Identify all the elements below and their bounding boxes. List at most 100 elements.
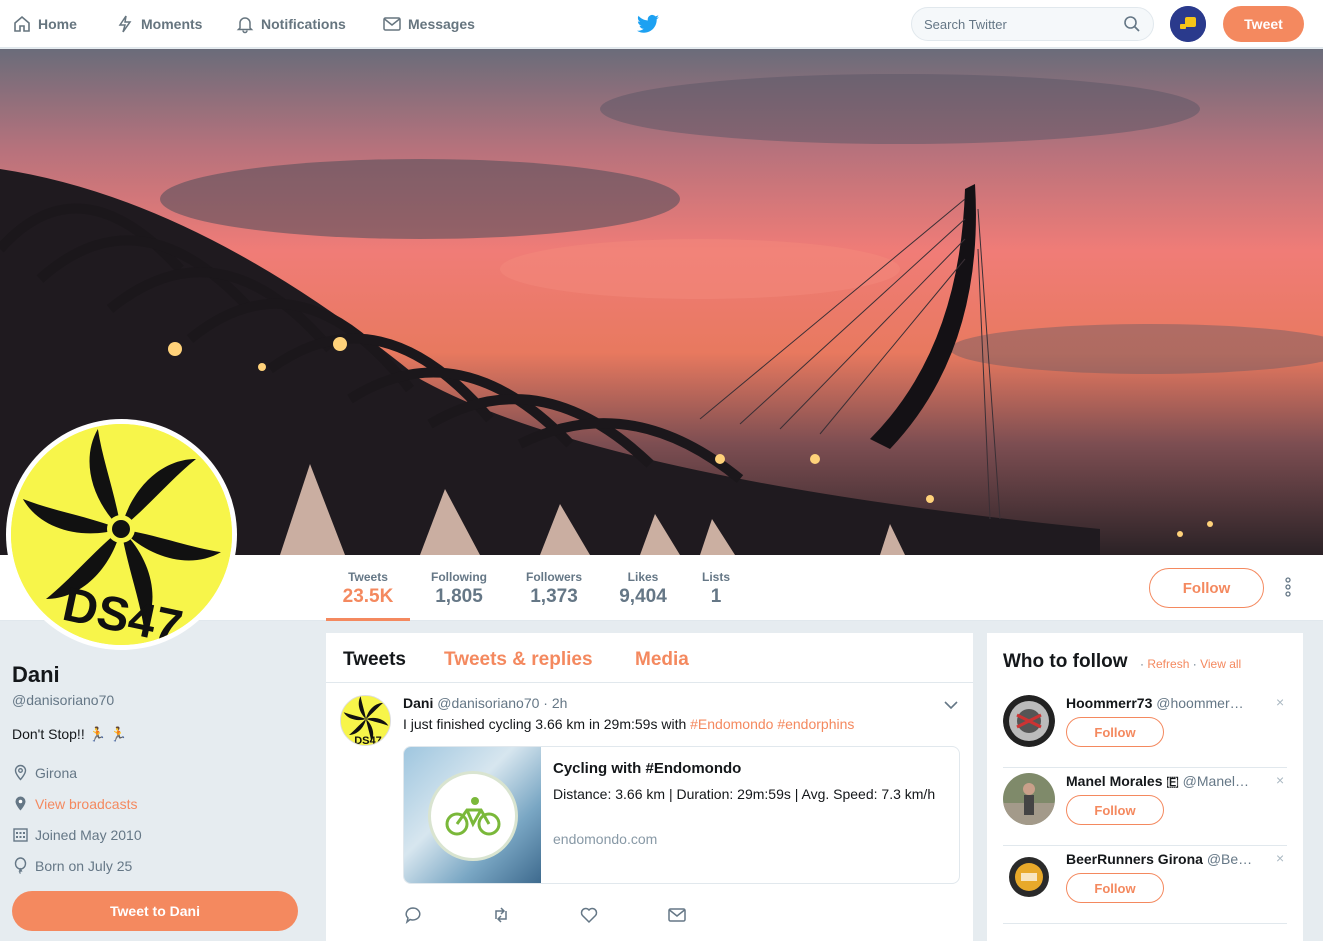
dismiss-icon[interactable]: × xyxy=(1276,850,1284,866)
tweet-avatar[interactable]: DS47 xyxy=(340,695,391,746)
suggestion-item[interactable]: Manel Morales 🇪 @Manel… × Follow xyxy=(1003,768,1287,846)
links-separator: · xyxy=(1140,657,1144,671)
suggestion-display-name[interactable]: Hoommerr73 xyxy=(1066,695,1152,711)
tweet-button[interactable]: Tweet xyxy=(1223,6,1304,42)
twitter-bird-icon[interactable] xyxy=(636,12,660,36)
periscope-icon xyxy=(15,796,26,811)
suggestion-handle[interactable]: @hoommer… xyxy=(1156,695,1243,711)
home-icon xyxy=(14,15,30,32)
profile-avatar-image: DS47 xyxy=(11,424,232,645)
retweet-icon[interactable] xyxy=(491,905,511,925)
stat-label: Lists xyxy=(701,570,730,584)
nav-messages[interactable]: Messages xyxy=(382,0,475,48)
hashtag-link[interactable]: #endorphins xyxy=(777,716,854,732)
suggestion-avatar-image xyxy=(1003,695,1055,747)
direct-message-icon[interactable] xyxy=(667,905,687,925)
account-avatar[interactable] xyxy=(1170,6,1206,42)
lightning-icon xyxy=(118,15,132,33)
profile-avatar[interactable]: DS47 xyxy=(6,419,237,650)
timeline-tabs: Tweets Tweets & replies Media xyxy=(326,633,973,683)
dismiss-icon[interactable]: × xyxy=(1276,772,1284,788)
tweet-actions xyxy=(403,905,723,927)
links-separator: · xyxy=(1192,657,1197,671)
balloon-icon xyxy=(14,857,27,874)
card-url: endomondo.com xyxy=(553,831,658,847)
nav-messages-label: Messages xyxy=(408,16,475,32)
suggestion-handle[interactable]: @Be… xyxy=(1207,851,1252,867)
who-to-follow-title: Who to follow xyxy=(1003,651,1128,672)
profile-joined: Joined May 2010 xyxy=(12,826,142,843)
tweet-header: Dani @danisoriano70 · 2h xyxy=(403,695,567,711)
nav-home-label: Home xyxy=(38,16,77,32)
profile-broadcasts[interactable]: View broadcasts xyxy=(12,795,137,812)
chevron-down-icon[interactable] xyxy=(943,697,959,713)
nav-moments-label: Moments xyxy=(141,16,203,32)
heart-icon[interactable] xyxy=(579,905,599,925)
stat-label: Following xyxy=(431,570,487,584)
search-box xyxy=(911,7,1154,41)
view-all-link[interactable]: View all xyxy=(1200,657,1241,671)
tweet-separator: · xyxy=(543,695,548,711)
suggestion-item[interactable]: BeerRunners Girona @Be… × Follow xyxy=(1003,846,1287,924)
profile-handle[interactable]: @danisoriano70 xyxy=(12,692,114,708)
stat-lists[interactable]: Lists 1 xyxy=(694,555,738,621)
suggestion-avatar[interactable] xyxy=(1003,773,1055,825)
reply-icon[interactable] xyxy=(403,905,423,925)
stat-following[interactable]: Following 1,805 xyxy=(420,555,498,621)
hashtag-link[interactable]: #Endomondo xyxy=(690,716,773,732)
suggestion-name: BeerRunners Girona @Be… xyxy=(1066,851,1261,867)
stat-tweets[interactable]: Tweets 23.5K xyxy=(326,555,410,621)
tweet-author-handle[interactable]: @danisoriano70 xyxy=(437,695,539,711)
joined-text: Joined May 2010 xyxy=(35,826,142,843)
dismiss-icon[interactable]: × xyxy=(1276,694,1284,710)
suggestion-name: Manel Morales 🇪 @Manel… xyxy=(1066,773,1261,790)
stat-followers[interactable]: Followers 1,373 xyxy=(516,555,592,621)
nav-notifications[interactable]: Notifications xyxy=(235,0,346,48)
tweet-author-name[interactable]: Dani xyxy=(403,695,433,711)
stat-label: Followers xyxy=(525,570,582,584)
suggestion-handle[interactable]: @Manel… xyxy=(1183,773,1249,789)
profile-name[interactable]: Dani xyxy=(12,662,60,688)
calendar-icon xyxy=(13,828,28,842)
suggestion-item[interactable]: Hoommerr73 @hoommer… × Follow xyxy=(1003,690,1287,768)
follow-button[interactable]: Follow xyxy=(1066,717,1164,747)
follow-button[interactable]: Follow xyxy=(1066,873,1164,903)
card-image xyxy=(404,747,541,883)
location-text: Girona xyxy=(35,764,78,781)
nav-home[interactable]: Home xyxy=(12,0,77,48)
search-input[interactable] xyxy=(924,8,1124,40)
location-pin-icon xyxy=(14,764,27,781)
tweet-time[interactable]: 2h xyxy=(552,695,568,711)
link-card[interactable]: Cycling with #Endomondo Distance: 3.66 k… xyxy=(403,746,960,884)
ds47-logo: DS47 xyxy=(11,424,232,645)
tweet-text: I just finished cycling 3.66 km in 29m:5… xyxy=(403,716,854,732)
tweet-avatar-text: DS47 xyxy=(354,735,382,746)
search-icon[interactable] xyxy=(1123,15,1141,33)
suggestion-name: Hoommerr73 @hoommer… xyxy=(1066,695,1261,711)
tab-media[interactable]: Media xyxy=(635,649,689,671)
tab-tweets[interactable]: Tweets xyxy=(343,649,406,671)
tweet-to-button[interactable]: Tweet to Dani xyxy=(12,891,298,931)
nav-notifications-label: Notifications xyxy=(261,16,346,32)
follow-button[interactable]: Follow xyxy=(1149,568,1264,608)
suggestion-avatar-image xyxy=(1003,851,1055,903)
profile-birthday: Born on July 25 xyxy=(12,857,132,874)
nav-moments[interactable]: Moments xyxy=(115,0,202,48)
stat-likes[interactable]: Likes 9,404 xyxy=(610,555,676,621)
refresh-link[interactable]: Refresh xyxy=(1147,657,1189,671)
timeline: Tweets Tweets & replies Media DS47 Dani … xyxy=(326,633,973,941)
stat-label: Tweets xyxy=(348,570,388,584)
more-options-icon[interactable] xyxy=(1282,575,1294,599)
envelope-icon xyxy=(383,17,401,31)
suggestion-avatar[interactable] xyxy=(1003,851,1055,903)
card-title: Cycling with #Endomondo xyxy=(553,760,742,777)
stat-value: 9,404 xyxy=(619,586,667,607)
card-description: Distance: 3.66 km | Duration: 29m:59s | … xyxy=(553,786,936,802)
broadcasts-link[interactable]: View broadcasts xyxy=(35,796,137,812)
suggestion-avatar[interactable] xyxy=(1003,695,1055,747)
suggestion-display-name[interactable]: Manel Morales 🇪 xyxy=(1066,773,1179,789)
tweet-item[interactable]: DS47 Dani @danisoriano70 · 2h I just fin… xyxy=(326,683,973,941)
follow-button[interactable]: Follow xyxy=(1066,795,1164,825)
tab-tweets-replies[interactable]: Tweets & replies xyxy=(444,649,593,671)
suggestion-display-name[interactable]: BeerRunners Girona xyxy=(1066,851,1203,867)
